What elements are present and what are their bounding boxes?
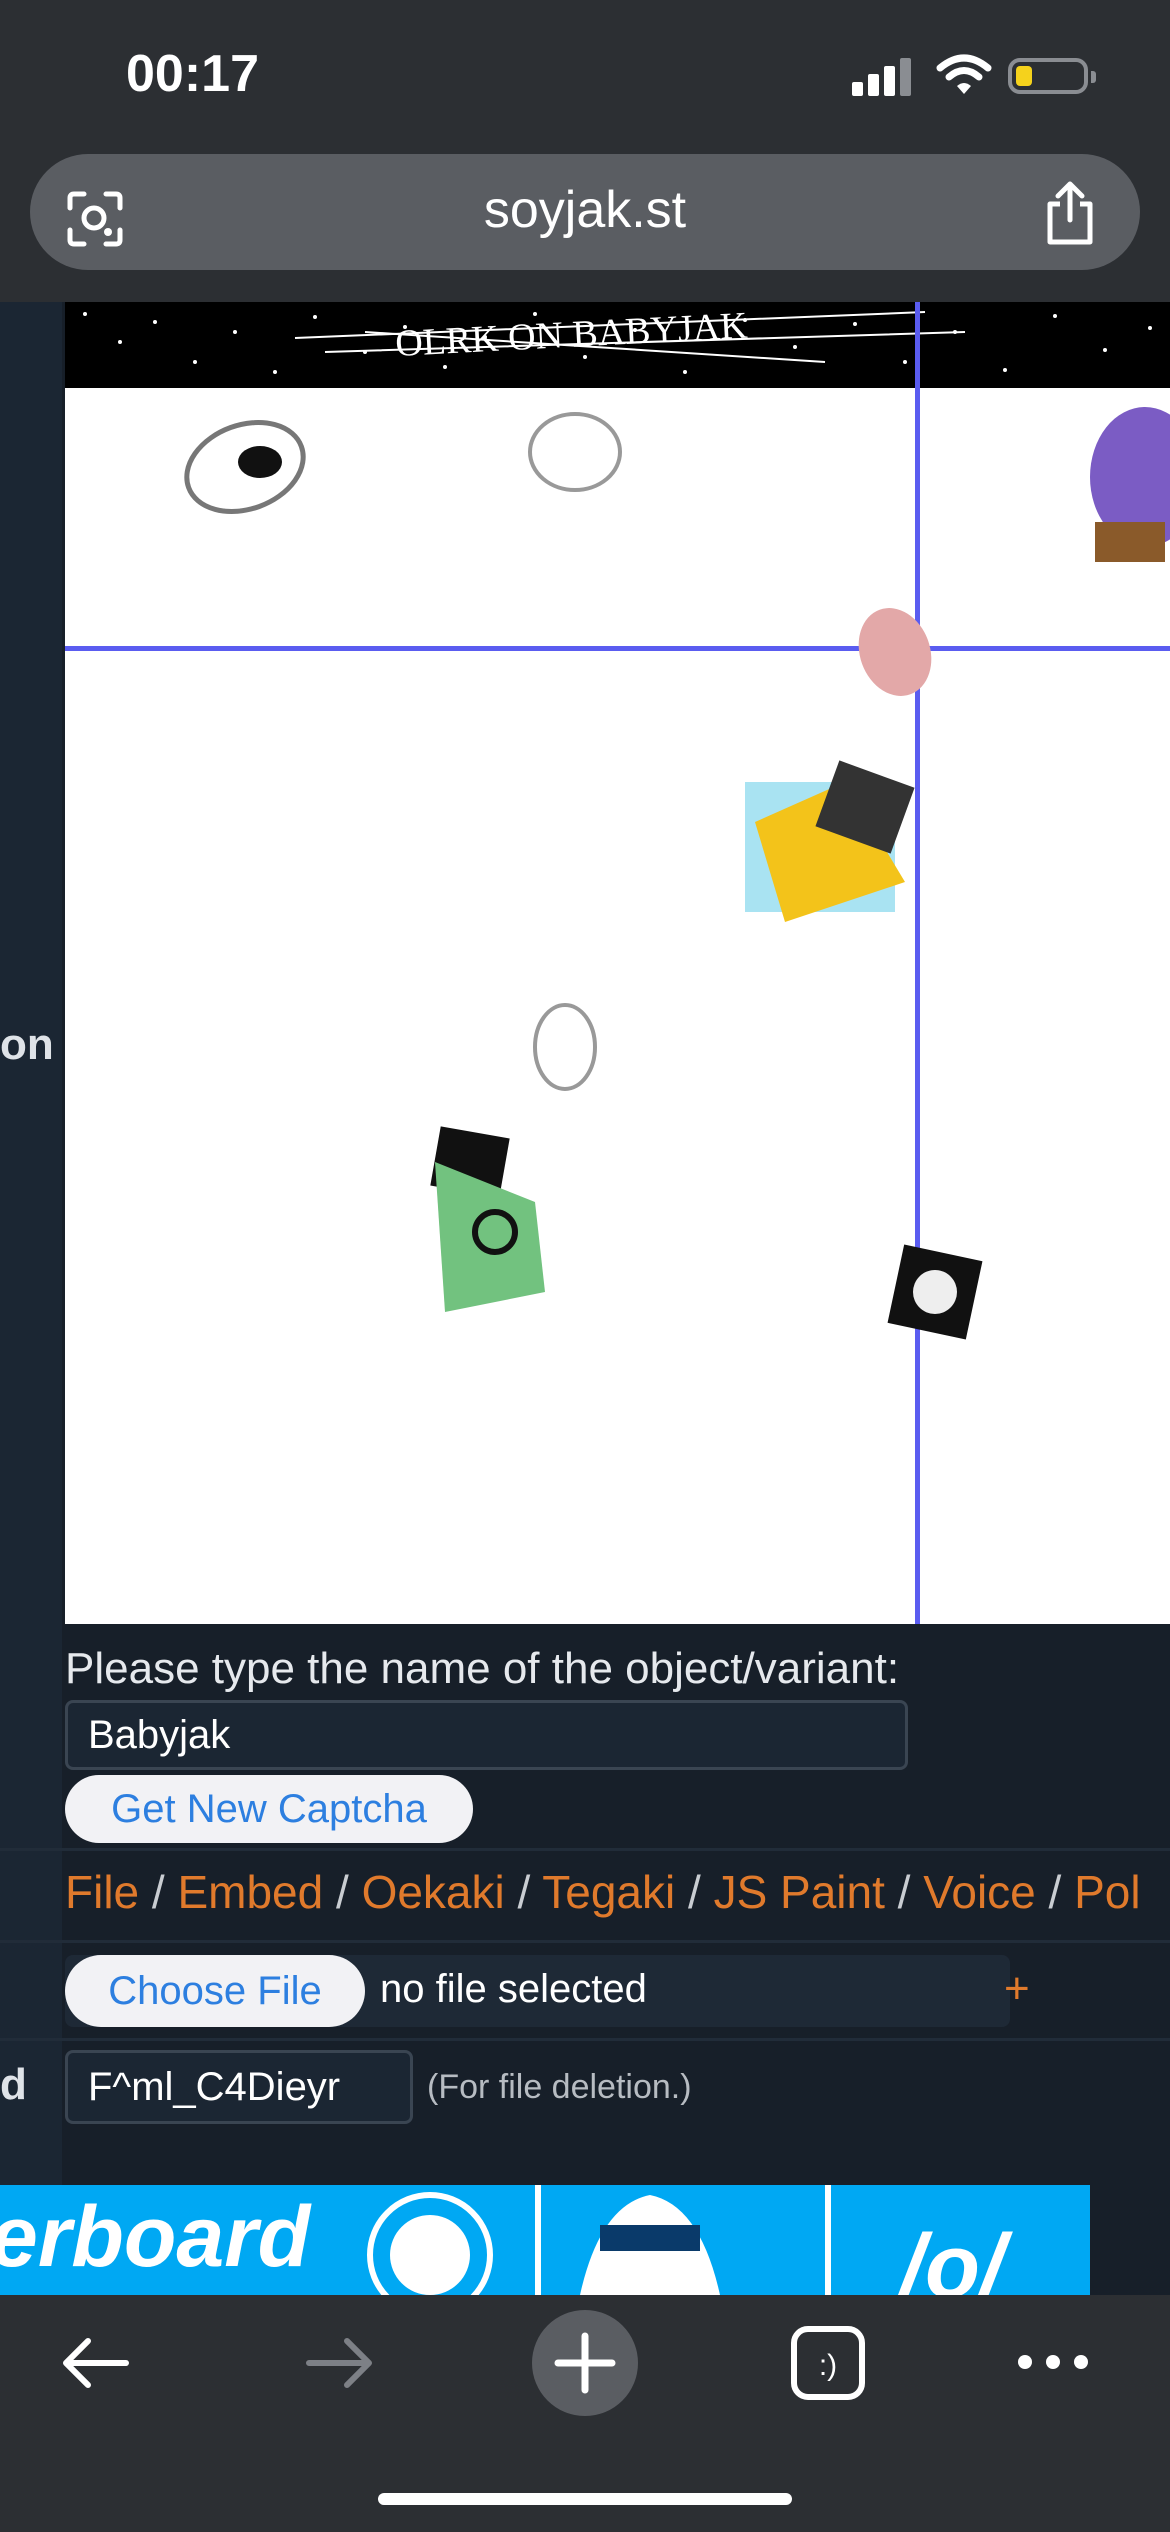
tab-separator: / — [504, 1866, 543, 1918]
tab-separator: / — [675, 1866, 714, 1918]
tab-voice[interactable]: Voice — [923, 1866, 1036, 1918]
tab-file[interactable]: File — [65, 1866, 139, 1918]
status-time: 00:17 — [126, 45, 259, 103]
tab-separator: / — [323, 1866, 362, 1918]
captcha-answer-input[interactable]: Babyjak — [65, 1700, 908, 1770]
share-icon[interactable] — [1042, 180, 1098, 251]
captcha-image[interactable]: OLRK ON BABYJAK — [65, 302, 1170, 1624]
banner-text: erboard — [0, 2189, 311, 2285]
tab-pol[interactable]: Pol — [1074, 1866, 1140, 1918]
attachment-tabs: File / Embed / Oekaki / Tegaki / JS Pain… — [65, 1865, 1141, 1919]
tab-oekaki[interactable]: Oekaki — [362, 1866, 505, 1918]
tabs-icon[interactable]: :) — [790, 2325, 866, 2406]
captcha-objects — [184, 407, 1170, 1340]
form-label-column — [0, 302, 62, 2287]
back-icon[interactable] — [60, 2335, 130, 2396]
tab-separator: / — [139, 1866, 178, 1918]
signal-icon — [852, 56, 912, 96]
url-text[interactable]: soyjak.st — [0, 180, 1170, 240]
get-new-captcha-button[interactable]: Get New Captcha — [65, 1775, 473, 1843]
password-note: (For file deletion.) — [427, 2068, 692, 2106]
divider — [0, 1940, 1170, 1943]
form-label-fragment: d — [0, 2060, 27, 2109]
tab-embed[interactable]: Embed — [177, 1866, 323, 1918]
tab-tegaki[interactable]: Tegaki — [542, 1866, 675, 1918]
file-status: no file selected — [380, 1967, 647, 2011]
form-label-fragment: on — [0, 1020, 54, 1069]
divider — [0, 2038, 1170, 2041]
choose-file-button[interactable]: Choose File — [65, 1955, 365, 2027]
divider — [0, 1848, 1170, 1851]
password-field[interactable]: F^ml_C4Dieyr — [65, 2050, 413, 2124]
tab-js-paint[interactable]: JS Paint — [714, 1866, 885, 1918]
svg-text::): :) — [819, 2349, 837, 2382]
forward-icon[interactable] — [305, 2335, 375, 2396]
tab-separator: / — [884, 1866, 924, 1918]
more-icon[interactable] — [1015, 2352, 1091, 2377]
home-indicator — [378, 2493, 792, 2505]
new-tab-icon[interactable] — [530, 2308, 640, 2423]
battery-icon — [1008, 58, 1096, 94]
add-file-button[interactable]: + — [1004, 1964, 1030, 2014]
tab-separator: / — [1035, 1866, 1075, 1918]
banner-fragment: /o/ — [896, 2217, 1013, 2295]
captcha-prompt: Please type the name of the object/varia… — [65, 1644, 900, 1693]
wifi-icon — [936, 54, 992, 101]
